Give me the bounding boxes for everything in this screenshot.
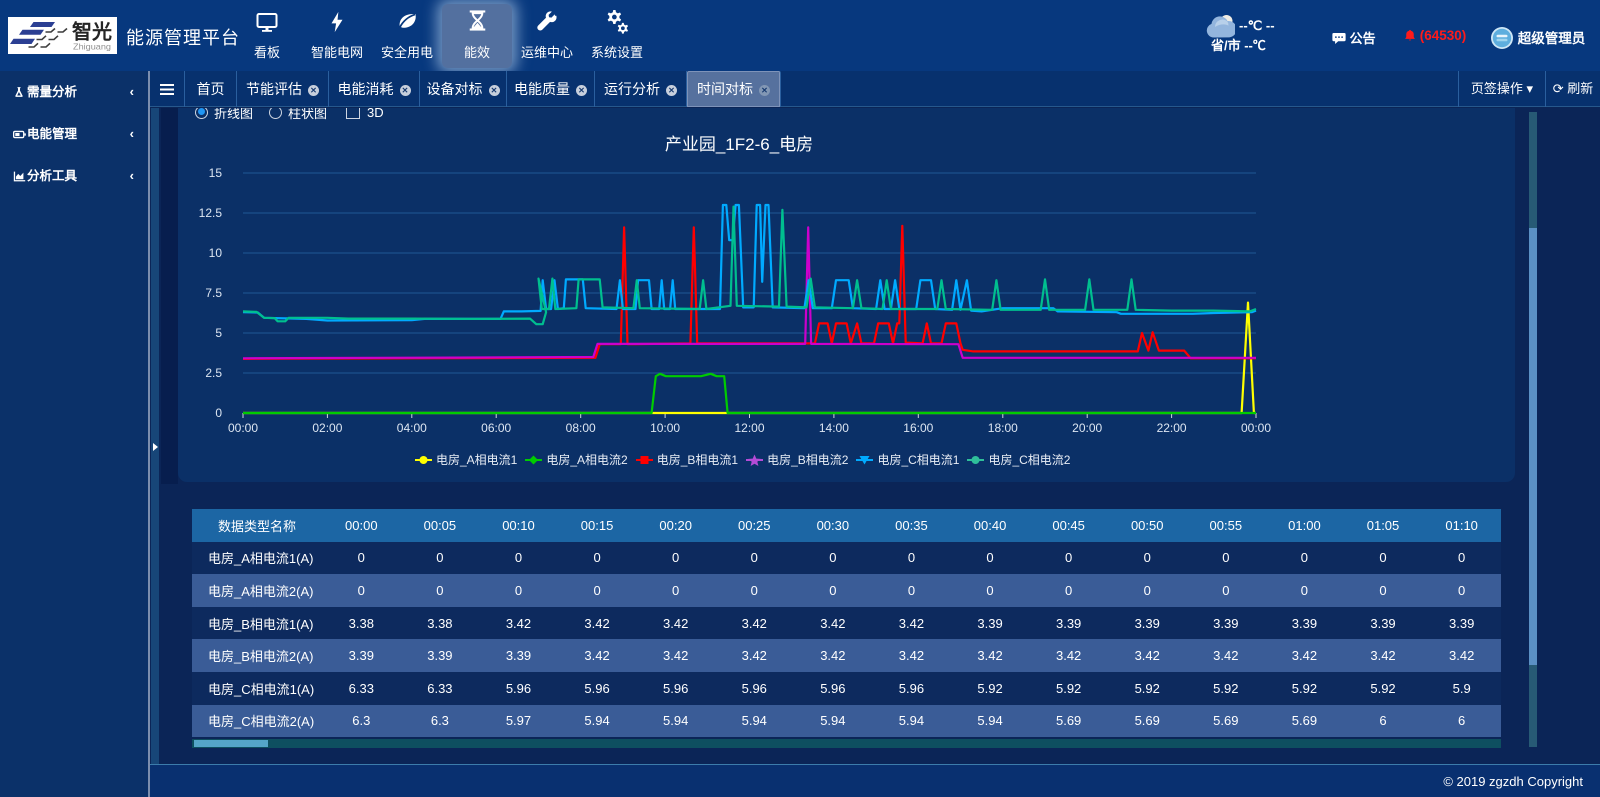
- svg-text:14:00: 14:00: [819, 421, 849, 435]
- svg-text:Zhiguang: Zhiguang: [73, 42, 111, 52]
- svg-text:12:00: 12:00: [734, 421, 764, 435]
- svg-text:08:00: 08:00: [566, 421, 596, 435]
- svg-text:智光: 智光: [72, 20, 112, 44]
- svg-text:06:00: 06:00: [481, 421, 511, 435]
- svg-text:15: 15: [209, 166, 223, 180]
- svg-text:12.5: 12.5: [199, 206, 223, 220]
- svg-text:5: 5: [215, 326, 222, 340]
- svg-text:10:00: 10:00: [650, 421, 680, 435]
- svg-text:2.5: 2.5: [205, 366, 222, 380]
- svg-text:20:00: 20:00: [1072, 421, 1102, 435]
- svg-text:02:00: 02:00: [312, 421, 342, 435]
- svg-text:0: 0: [215, 406, 222, 420]
- svg-text:16:00: 16:00: [903, 421, 933, 435]
- svg-text:22:00: 22:00: [1157, 421, 1187, 435]
- svg-text:7.5: 7.5: [205, 286, 222, 300]
- svg-text:04:00: 04:00: [397, 421, 427, 435]
- svg-text:00:00: 00:00: [228, 421, 258, 435]
- svg-text:10: 10: [209, 246, 223, 260]
- svg-text:18:00: 18:00: [988, 421, 1018, 435]
- svg-text:00:00: 00:00: [1241, 421, 1271, 435]
